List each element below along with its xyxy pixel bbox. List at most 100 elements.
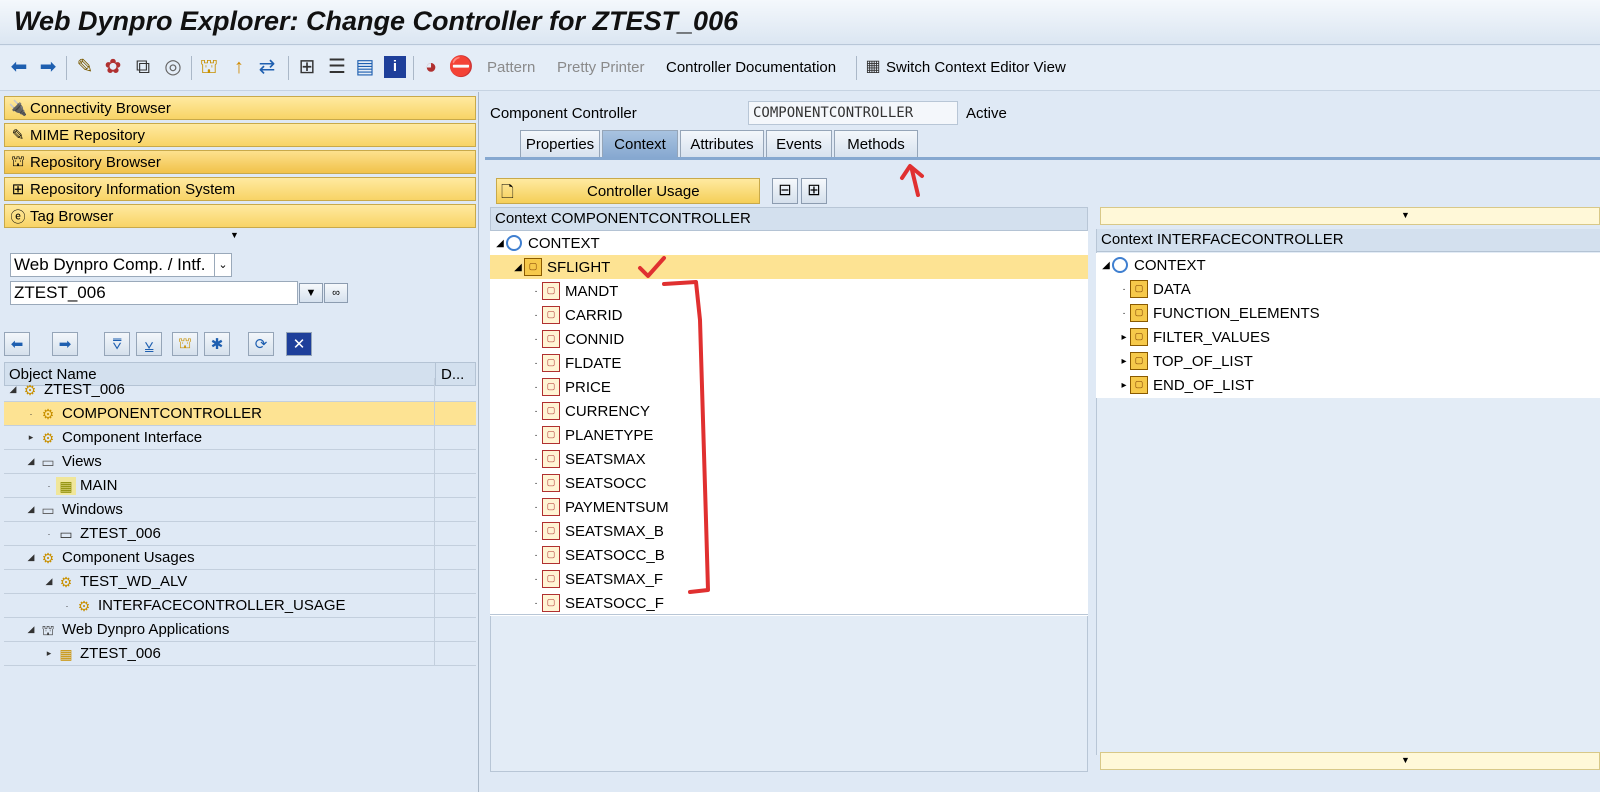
node-row-sflight[interactable]: ◢ ▢ SFLIGHT xyxy=(490,255,1088,279)
attribute-row[interactable]: · ▢ PRICE xyxy=(490,375,1088,399)
attribute-row[interactable]: · ▢ FLDATE xyxy=(490,351,1088,375)
attribute-row[interactable]: · ▢ CONNID xyxy=(490,327,1088,351)
refresh-icon[interactable]: ⟳ xyxy=(248,332,274,356)
repository-info-system-button[interactable]: ⊞ Repository Information System xyxy=(4,177,476,201)
tree-row[interactable]: ◢ ▭ Views xyxy=(4,450,476,474)
iface-node-row[interactable]: ▸ ▢ FILTER_VALUES xyxy=(1096,325,1600,349)
tab-properties[interactable]: Properties xyxy=(520,130,600,158)
back-arrow-icon[interactable]: ⬅ xyxy=(8,56,30,78)
tree-row[interactable]: · ▦ MAIN xyxy=(4,474,476,498)
attribute-row[interactable]: · ▢ SEATSOCC_F xyxy=(490,591,1088,615)
attribute-row[interactable]: · ▢ PAYMENTSUM xyxy=(490,495,1088,519)
connectivity-browser-button[interactable]: 🔌 Connectivity Browser xyxy=(4,96,476,120)
tab-attributes[interactable]: Attributes xyxy=(680,130,764,158)
controller-documentation-button[interactable]: Controller Documentation xyxy=(666,59,836,76)
close-icon[interactable]: ✕ xyxy=(286,332,312,356)
hierarchy-icon[interactable]: ⛫ xyxy=(198,56,220,78)
attribute-row[interactable]: · ▢ SEATSMAX_F xyxy=(490,567,1088,591)
tree-row[interactable]: ◢ ⚙ Component Usages xyxy=(4,546,476,570)
attribute-row[interactable]: · ▢ CURRENCY xyxy=(490,399,1088,423)
attribute-row[interactable]: · ▢ SEATSMAX xyxy=(490,447,1088,471)
tree-icon[interactable]: ⊞ xyxy=(296,56,318,78)
attribute-row[interactable]: · ▢ SEATSOCC_B xyxy=(490,543,1088,567)
stop-icon[interactable]: ⛔ xyxy=(449,56,474,78)
tree-row[interactable]: ◢ ▭ Windows xyxy=(4,498,476,522)
attribute-row[interactable]: · ▢ MANDT xyxy=(490,279,1088,303)
iface-node-row[interactable]: ▸ ▢ END_OF_LIST xyxy=(1096,373,1600,397)
info-icon[interactable]: i xyxy=(384,56,406,78)
display-button[interactable]: ∞ xyxy=(324,283,348,303)
attribute-row[interactable]: · ▢ CARRID xyxy=(490,303,1088,327)
context-root-row[interactable]: ◢ CONTEXT xyxy=(490,231,1088,255)
back-arrow-icon[interactable]: ⬅ xyxy=(4,332,30,356)
map-copy-icon[interactable]: ⊞ xyxy=(801,178,827,204)
iface-node-row[interactable]: · ▢ DATA xyxy=(1096,277,1600,301)
controller-icon: ⚙ xyxy=(41,405,55,422)
attribute-row[interactable]: · ▢ PLANETYPE xyxy=(490,423,1088,447)
tree-row[interactable]: ▸ ⚙ Component Interface xyxy=(4,426,476,450)
tree-label: INTERFACECONTROLLER_USAGE xyxy=(98,597,346,614)
chevron-down-icon[interactable]: ⌄ xyxy=(214,254,231,276)
iface-node-label: FUNCTION_ELEMENTS xyxy=(1153,304,1320,322)
hierarchy-icon[interactable]: ⛫ xyxy=(172,332,198,356)
tab-context[interactable]: Context xyxy=(602,130,678,158)
attribute-icon: ▢ xyxy=(542,354,560,372)
collapse-icon[interactable]: ⩢ xyxy=(104,332,130,356)
expand-icon[interactable]: ⩣ xyxy=(136,332,162,356)
forward-arrow-icon[interactable]: ➡ xyxy=(52,332,78,356)
tree-row[interactable]: ◢ ⚙ ZTEST_006 xyxy=(4,378,476,402)
forward-arrow-icon[interactable]: ➡ xyxy=(37,56,59,78)
chevron-down-icon[interactable]: ▼ xyxy=(1401,210,1410,220)
attribute-label: PAYMENTSUM xyxy=(565,498,669,516)
repository-browser-button[interactable]: ⛫ Repository Browser xyxy=(4,150,476,174)
test-icon[interactable]: ◕ xyxy=(420,56,442,78)
repository-browser-label: Repository Browser xyxy=(30,153,161,171)
attribute-row[interactable]: · ▢ SEATSOCC xyxy=(490,471,1088,495)
attribute-row[interactable]: · ▢ SEATSMAX_B xyxy=(490,519,1088,543)
tree-row[interactable]: ▸ ▦ ZTEST_006 xyxy=(4,642,476,666)
expand-arrow-icon[interactable]: ▼ xyxy=(230,230,239,240)
dropdown-button[interactable]: ▼ xyxy=(299,283,323,303)
component-usage-icon: ⚙ xyxy=(41,549,55,566)
stack-icon[interactable]: ☰ xyxy=(326,56,348,78)
mime-repository-button[interactable]: ✎ MIME Repository xyxy=(4,123,476,147)
chevron-down-icon[interactable]: ▼ xyxy=(1401,755,1410,765)
display-object-list-icon[interactable]: ▤ xyxy=(354,56,376,78)
bullet: · xyxy=(534,381,538,393)
controller-usage-button[interactable]: 🗋 Controller Usage xyxy=(496,178,760,204)
iface-node-row[interactable]: · ▢ FUNCTION_ELEMENTS xyxy=(1096,301,1600,325)
pin-icon[interactable]: ↑ xyxy=(228,56,250,78)
context-icon xyxy=(506,235,522,251)
where-used-icon[interactable]: ◎ xyxy=(162,56,184,78)
check-icon[interactable]: ✿ xyxy=(102,56,124,78)
tree-row[interactable]: ◢ ⚙ TEST_WD_ALV xyxy=(4,570,476,594)
tree-row[interactable]: · ⚙ COMPONENTCONTROLLER xyxy=(4,402,476,426)
iface-root-row[interactable]: ◢ CONTEXT xyxy=(1096,253,1600,277)
edit-pencil-icon[interactable]: ✎ xyxy=(74,56,96,78)
tab-methods[interactable]: Methods xyxy=(834,130,918,158)
tree-row[interactable]: ◢ ⛫ Web Dynpro Applications xyxy=(4,618,476,642)
map-icon[interactable]: ⊟ xyxy=(772,178,798,204)
tag-browser-button[interactable]: ⓔ Tag Browser xyxy=(4,204,476,228)
activate-icon[interactable]: ⧉ xyxy=(132,56,154,78)
tree-label: ZTEST_006 xyxy=(44,381,125,398)
tree-row[interactable]: · ▭ ZTEST_006 xyxy=(4,522,476,546)
bullet: · xyxy=(534,333,538,345)
context-root-label: CONTEXT xyxy=(528,234,600,252)
pattern-button[interactable]: Pattern xyxy=(487,59,535,76)
iface-bottom-strip: ▼ xyxy=(1100,752,1600,770)
mime-repository-label: MIME Repository xyxy=(30,126,146,144)
tree-label: TEST_WD_ALV xyxy=(80,573,188,590)
navigate-icon[interactable]: ⇄ xyxy=(256,56,278,78)
object-type-select[interactable]: Web Dynpro Comp. / Intf. ⌄ xyxy=(10,253,232,277)
pretty-printer-button[interactable]: Pretty Printer xyxy=(557,59,645,76)
tab-events[interactable]: Events xyxy=(766,130,832,158)
iface-node-label: DATA xyxy=(1153,280,1191,298)
chevron-down-icon: ▼ xyxy=(305,287,317,299)
create-icon[interactable]: ✱ xyxy=(204,332,230,356)
iface-node-row[interactable]: ▸ ▢ TOP_OF_LIST xyxy=(1096,349,1600,373)
tree-row[interactable]: · ⚙ INTERFACECONTROLLER_USAGE xyxy=(4,594,476,618)
switch-context-editor-view-button[interactable]: Switch Context Editor View xyxy=(886,59,1066,76)
object-name-field[interactable]: ZTEST_006 xyxy=(10,281,298,305)
interface-panel-header: Context INTERFACECONTROLLER xyxy=(1097,229,1600,252)
